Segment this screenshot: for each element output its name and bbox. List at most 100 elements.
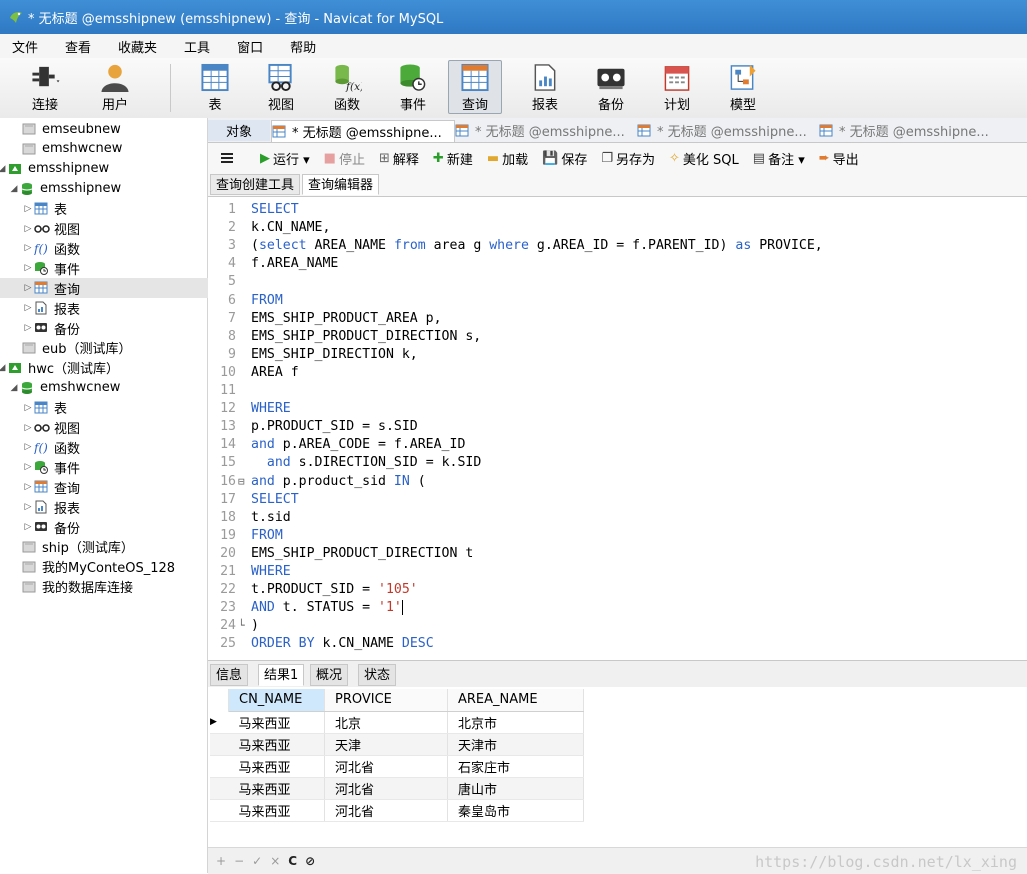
- beautify-sql-button[interactable]: ✧ 美化 SQL: [669, 149, 739, 168]
- backup-button[interactable]: 备份: [584, 60, 638, 114]
- tab-profile[interactable]: 概况: [310, 664, 349, 686]
- load-button[interactable]: ▬ 加载: [487, 149, 528, 168]
- column-header-provice[interactable]: PROVICE: [324, 689, 448, 712]
- menu-tools[interactable]: 工具: [172, 37, 225, 56]
- sql-editor[interactable]: 1 SELECT 2 k.CN_NAME, 3 (select AREA_NAME fro…: [208, 197, 1027, 659]
- tree-toggle-icon[interactable]: ▷: [22, 224, 34, 234]
- tab-result1[interactable]: 结果1: [258, 664, 305, 686]
- table-cell[interactable]: 秦皇岛市: [447, 799, 584, 822]
- table-row[interactable]: 马来西亚 河北省 石家庄市: [210, 755, 584, 778]
- table-cell[interactable]: 河北省: [324, 799, 448, 822]
- tree-toggle-icon[interactable]: ▷: [22, 204, 34, 214]
- tree-toggle-icon[interactable]: ▷: [22, 263, 34, 273]
- tree-toggle-icon[interactable]: ▷: [22, 243, 34, 253]
- table-cell[interactable]: 天津市: [447, 733, 584, 756]
- table-button[interactable]: 表: [188, 60, 242, 114]
- menu-favorites[interactable]: 收藏夹: [106, 37, 172, 56]
- report-button[interactable]: 报表: [518, 60, 572, 114]
- table-row[interactable]: 马来西亚 河北省 唐山市: [210, 777, 584, 800]
- tree-item[interactable]: emshwcnew: [10, 139, 122, 159]
- table-cell[interactable]: 北京: [324, 711, 448, 734]
- tree-toggle-icon[interactable]: ▷: [22, 502, 34, 512]
- user-button[interactable]: 用户: [88, 60, 142, 114]
- tab-status[interactable]: 状态: [358, 664, 397, 686]
- table-cell[interactable]: 马来西亚: [228, 755, 325, 778]
- table-row[interactable]: 马来西亚 天津 天津市: [210, 733, 584, 756]
- tree-toggle-icon[interactable]: ◢: [8, 184, 20, 194]
- tree-toggle-icon[interactable]: ▷: [22, 283, 34, 293]
- table-cell[interactable]: 北京市: [447, 711, 584, 734]
- tab-query-editor[interactable]: 查询编辑器: [302, 174, 380, 195]
- table-cell[interactable]: 马来西亚: [228, 777, 325, 800]
- tree-toggle-icon[interactable]: ▷: [22, 323, 34, 333]
- tree-item[interactable]: ▷ 备份: [22, 517, 80, 537]
- table-row[interactable]: 马来西亚 河北省 秦皇岛市: [210, 799, 584, 822]
- explain-button[interactable]: ⊞ 解释: [379, 149, 419, 168]
- tree-item[interactable]: ◢ emsshipnew: [8, 179, 122, 199]
- tree-item[interactable]: ▷ 备份: [22, 318, 80, 338]
- apply-changes-button[interactable]: ✓: [252, 854, 262, 868]
- tree-item[interactable]: ◢ emsshipnew: [0, 159, 109, 179]
- menu-view[interactable]: 查看: [53, 37, 106, 56]
- event-button[interactable]: 事件: [386, 60, 440, 114]
- add-record-button[interactable]: +: [216, 854, 226, 868]
- column-header-area-name[interactable]: AREA_NAME: [447, 689, 584, 712]
- table-cell[interactable]: 马来西亚: [228, 711, 325, 734]
- save-as-button[interactable]: ❐ 另存为: [601, 149, 655, 168]
- menu-window[interactable]: 窗口: [225, 37, 278, 56]
- new-button[interactable]: ✚ 新建: [433, 149, 473, 168]
- tree-toggle-icon[interactable]: ▷: [22, 482, 34, 492]
- tab-query-2[interactable]: * 无标题 @emsshipne...: [455, 120, 635, 141]
- function-button[interactable]: f(x) 函数: [320, 60, 374, 114]
- tree-item[interactable]: ship（测试库）: [10, 537, 134, 557]
- tree-item[interactable]: ▷ f() 函数: [22, 238, 80, 258]
- tree-item[interactable]: ▷ 事件: [22, 258, 80, 278]
- delete-record-button[interactable]: −: [234, 854, 244, 868]
- tree-item[interactable]: ◢ hwc（测试库）: [0, 358, 119, 378]
- tree-item[interactable]: ▷ 视图: [22, 219, 80, 239]
- tree-item[interactable]: ▷ 报表: [22, 298, 80, 318]
- tree-item[interactable]: 我的MyConteOS_128: [10, 557, 175, 577]
- table-cell[interactable]: 河北省: [324, 755, 448, 778]
- stop-button[interactable]: ⊘: [305, 854, 315, 868]
- tree-toggle-icon[interactable]: ▷: [22, 462, 34, 472]
- model-button[interactable]: 模型: [716, 60, 770, 114]
- tree-item[interactable]: ▷ 事件: [22, 457, 80, 477]
- table-cell[interactable]: 唐山市: [447, 777, 584, 800]
- table-cell[interactable]: 天津: [324, 733, 448, 756]
- tree-toggle-icon[interactable]: ◢: [8, 383, 20, 393]
- tree-item[interactable]: ▷ 查询: [22, 477, 80, 497]
- table-cell[interactable]: 石家庄市: [447, 755, 584, 778]
- export-button[interactable]: ➨ 导出: [819, 149, 859, 168]
- discard-changes-button[interactable]: ×: [270, 854, 280, 868]
- refresh-button[interactable]: C: [288, 854, 297, 868]
- run-button[interactable]: ▶ 运行 ▾: [260, 149, 310, 168]
- connection-button[interactable]: 连接: [18, 60, 72, 114]
- tree-item[interactable]: emseubnew: [10, 119, 121, 139]
- hamburger-icon[interactable]: [220, 152, 234, 164]
- menu-help[interactable]: 帮助: [278, 37, 331, 56]
- tree-toggle-icon[interactable]: ◢: [0, 164, 8, 174]
- tree-toggle-icon[interactable]: ▷: [22, 442, 34, 452]
- tree-item[interactable]: ▷ f() 函数: [22, 437, 80, 457]
- tree-toggle-icon[interactable]: ▷: [22, 403, 34, 413]
- schedule-button[interactable]: 计划: [650, 60, 704, 114]
- tab-query-1[interactable]: * 无标题 @emsshipne...: [271, 120, 455, 142]
- menu-file[interactable]: 文件: [0, 37, 53, 56]
- tab-query-3[interactable]: * 无标题 @emsshipne...: [637, 120, 817, 141]
- save-button[interactable]: 💾 保存: [542, 149, 587, 168]
- stop-button[interactable]: ■ 停止: [324, 149, 365, 168]
- fold-toggle-icon[interactable]: ⊟: [238, 473, 248, 491]
- tab-info[interactable]: 信息: [210, 664, 249, 686]
- table-cell[interactable]: 马来西亚: [228, 733, 325, 756]
- table-cell[interactable]: 马来西亚: [228, 799, 325, 822]
- tree-item[interactable]: 我的数据库连接: [10, 577, 133, 597]
- tab-objects[interactable]: 对象: [208, 120, 270, 141]
- tree-item[interactable]: ▷ 视图: [22, 418, 80, 438]
- tree-toggle-icon[interactable]: ▷: [22, 303, 34, 313]
- query-button[interactable]: 查询: [448, 60, 502, 114]
- tree-item[interactable]: ▷ 查询: [0, 278, 229, 299]
- tree-item[interactable]: ▷ 表: [22, 398, 67, 418]
- tree-toggle-icon[interactable]: ▷: [22, 522, 34, 532]
- tree-item[interactable]: ▷ 表: [22, 199, 67, 219]
